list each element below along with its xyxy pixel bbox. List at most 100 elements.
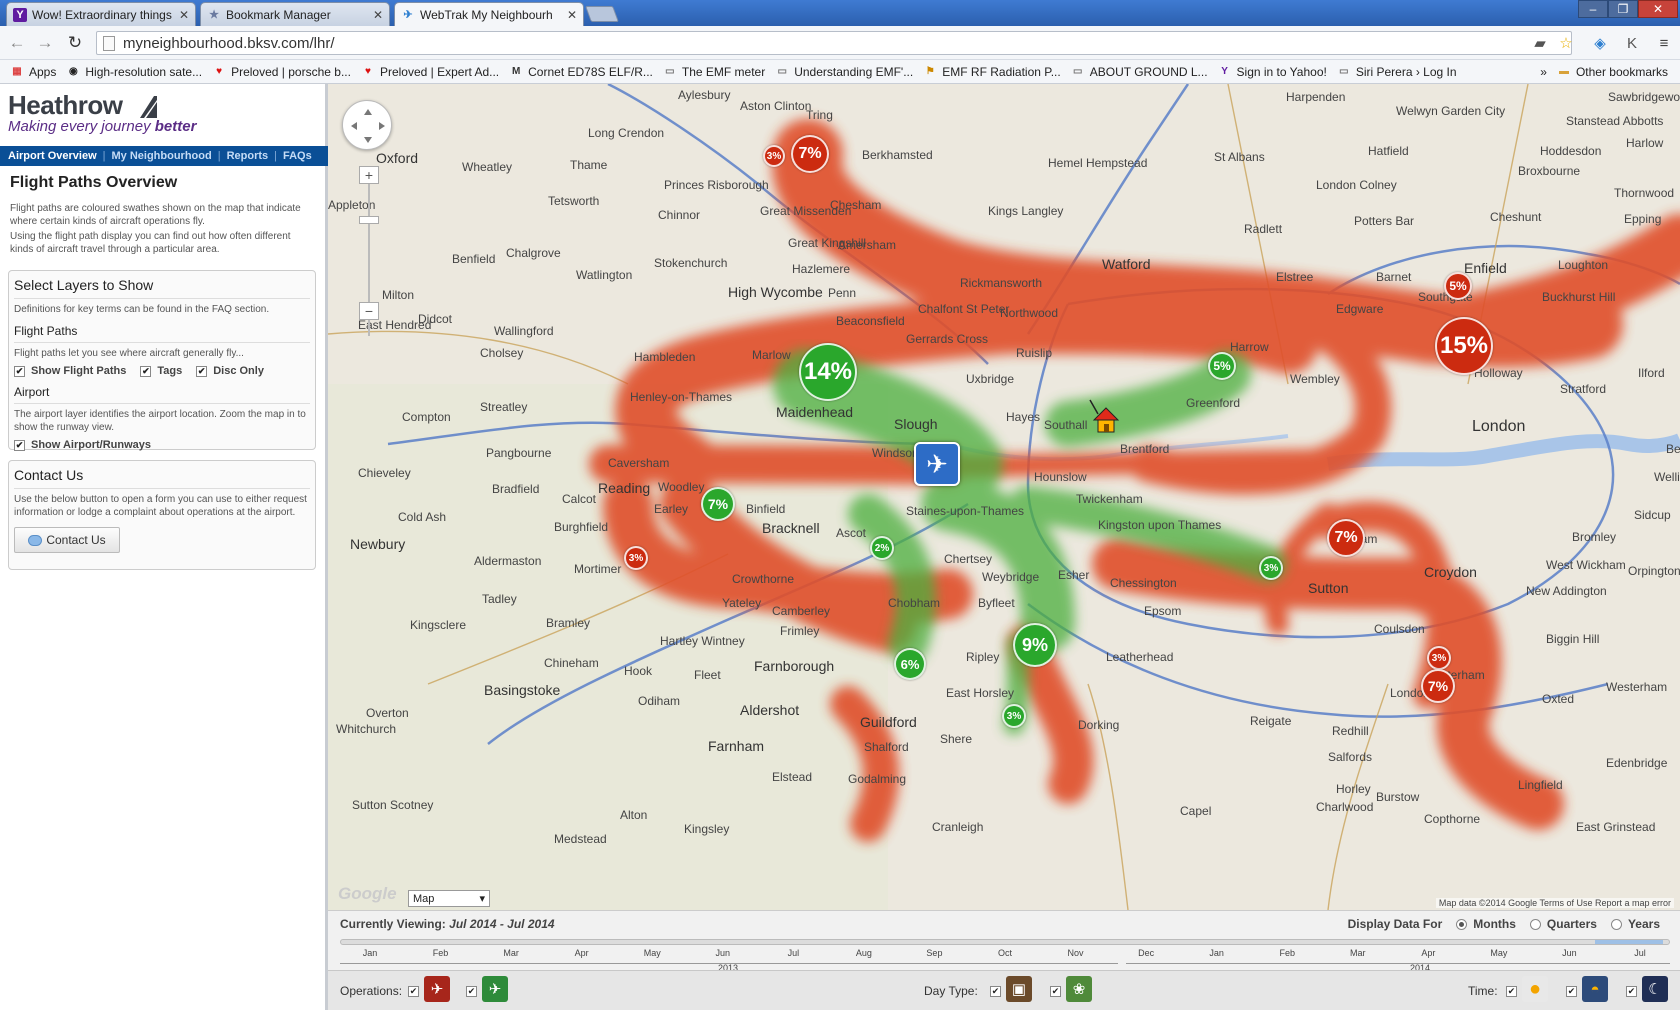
tags-checkbox[interactable]: ✔ [140,365,152,377]
close-icon[interactable]: ✕ [373,8,383,22]
timeline-month[interactable]: Mar [1350,948,1366,958]
timeline-month[interactable]: Oct [998,948,1012,958]
zoom-slider-handle[interactable] [359,216,379,224]
flight-path-percentage-marker[interactable]: 7% [701,487,735,521]
nav-airport-overview[interactable]: Airport Overview [8,150,97,162]
nav-my-neighbourhood[interactable]: My Neighbourhood [112,150,212,162]
evening-checkbox[interactable]: ✔ [1566,986,1577,997]
moon-icon[interactable]: ☾ [1642,976,1668,1002]
bookmark-item[interactable]: ▭ The EMF meter [663,65,765,79]
nav-faqs[interactable]: FAQs [283,150,312,162]
extension-icon[interactable]: ◈ [1590,33,1610,53]
weekday-checkbox[interactable]: ✔ [990,986,1001,997]
sun-icon[interactable]: ● [1522,976,1548,1002]
bookmark-item[interactable]: ▦ Apps [10,65,56,79]
timeline-month[interactable]: Mar [503,948,519,958]
flight-path-percentage-marker[interactable]: 3% [1427,646,1451,670]
flight-path-map[interactable]: Aylesbury Aston Clinton Tring Harpenden Sawb… [328,84,1680,910]
back-button[interactable]: ← [6,32,28,54]
bookmark-item[interactable]: ⚑ EMF RF Radiation P... [923,65,1061,79]
bookmark-item[interactable]: ▭ ABOUT GROUND L... [1071,65,1208,79]
sunset-icon[interactable]: ◓ [1582,976,1608,1002]
bookmark-item[interactable]: ♥ Preloved | Expert Ad... [361,65,499,79]
arrival-plane-icon[interactable]: ✈ [424,976,450,1002]
briefcase-icon[interactable]: ▣ [1006,976,1032,1002]
timeline-selection[interactable] [1595,940,1663,944]
cast-icon[interactable]: ▰ [1530,33,1550,53]
timeline-month[interactable]: Jul [788,948,800,958]
extension-k-icon[interactable]: K [1622,33,1642,53]
quarters-radio[interactable] [1529,918,1541,930]
address-bar[interactable]: myneighbourhood.bksv.com/lhr/ [96,31,1572,55]
zoom-in-button[interactable]: + [359,166,379,184]
map-type-select[interactable]: Map ▾ [408,890,490,907]
night-checkbox[interactable]: ✔ [1626,986,1637,997]
tab-webtrak[interactable]: ✈ WebTrak My Neighbourh ✕ [394,2,584,26]
flight-path-percentage-marker[interactable]: 7% [1327,519,1365,557]
timeline-month[interactable]: May [644,948,661,958]
contact-us-button[interactable]: Contact Us [14,527,120,553]
flight-path-percentage-marker[interactable]: 7% [791,135,829,173]
timeline-month[interactable]: Jan [1209,948,1224,958]
timeline-month[interactable]: Nov [1068,948,1084,958]
flight-path-percentage-marker[interactable]: 7% [1421,669,1455,703]
flight-path-percentage-marker[interactable]: 3% [1002,704,1026,728]
disc-only-checkbox[interactable]: ✔ [196,365,208,377]
day-time-checkbox[interactable]: ✔ [1506,986,1517,997]
airport-plane-icon[interactable]: ✈ [914,442,960,486]
bookmarks-overflow-button[interactable]: » [1540,65,1547,79]
show-airport-checkbox[interactable]: ✔ [14,439,25,451]
minimize-button[interactable]: – [1578,0,1608,18]
pan-control[interactable] [342,100,392,150]
new-tab-button[interactable] [585,6,619,22]
flight-path-percentage-marker[interactable]: 2% [870,536,894,560]
reload-button[interactable]: ↻ [64,32,86,54]
forward-button[interactable]: → [34,32,56,54]
close-icon[interactable]: ✕ [567,8,577,22]
departure-plane-icon[interactable]: ✈ [482,976,508,1002]
flight-path-percentage-marker[interactable]: 14% [799,343,857,401]
timeline-month[interactable]: Jun [1562,948,1577,958]
bookmark-item[interactable]: Y Sign in to Yahoo! [1218,65,1327,79]
window-close-button[interactable]: ✕ [1638,0,1678,18]
menu-icon[interactable]: ≡ [1654,33,1674,53]
timeline-month[interactable]: Apr [1421,948,1435,958]
show-flight-paths-checkbox[interactable]: ✔ [14,365,25,377]
timeline-month[interactable]: Jun [716,948,731,958]
weekend-checkbox[interactable]: ✔ [1050,986,1061,997]
flight-path-percentage-marker[interactable]: 3% [763,145,785,167]
nav-reports[interactable]: Reports [227,150,269,162]
bookmark-item[interactable]: ▭ Understanding EMF'... [775,65,913,79]
timeline-month[interactable]: Sep [926,948,942,958]
timeline-month[interactable]: Apr [575,948,589,958]
bookmark-star-icon[interactable]: ☆ [1556,33,1576,53]
flight-path-percentage-marker[interactable]: 5% [1444,272,1472,300]
timeline-month[interactable]: Feb [433,948,449,958]
flight-path-percentage-marker[interactable]: 5% [1208,352,1236,380]
maximize-button[interactable]: ❐ [1608,0,1638,18]
timeline-month[interactable]: Aug [856,948,872,958]
bookmark-item[interactable]: ◉ High-resolution sate... [66,65,202,79]
months-radio[interactable] [1456,918,1468,930]
tab-yahoo[interactable]: Y Wow! Extraordinary things ✕ [6,2,196,26]
flight-path-percentage-marker[interactable]: 15% [1435,317,1493,375]
years-radio[interactable] [1610,918,1622,930]
timeline-month[interactable]: Jul [1634,948,1646,958]
departures-checkbox[interactable]: ✔ [466,986,477,997]
tab-bookmark-manager[interactable]: ★ Bookmark Manager ✕ [200,2,390,26]
bookmark-item[interactable]: M Cornet ED78S ELF/R... [509,65,653,79]
flight-path-percentage-marker[interactable]: 6% [894,648,926,680]
timeline-month[interactable]: Jan [363,948,378,958]
bookmark-item[interactable]: ▭ Siri Perera › Log In [1337,65,1456,79]
timeline-month[interactable]: Feb [1279,948,1295,958]
weekend-icon[interactable]: ❀ [1066,976,1092,1002]
timeline-month[interactable]: May [1490,948,1507,958]
timeline-slider[interactable] [340,939,1670,945]
close-icon[interactable]: ✕ [179,8,189,22]
flight-path-percentage-marker[interactable]: 3% [624,546,648,570]
other-bookmarks[interactable]: ▬ Other bookmarks [1557,65,1668,79]
map-attribution[interactable]: Map data ©2014 Google Terms of Use Repor… [1435,898,1674,908]
zoom-out-button[interactable]: − [359,302,379,320]
arrivals-checkbox[interactable]: ✔ [408,986,419,997]
flight-path-percentage-marker[interactable]: 9% [1013,623,1057,667]
